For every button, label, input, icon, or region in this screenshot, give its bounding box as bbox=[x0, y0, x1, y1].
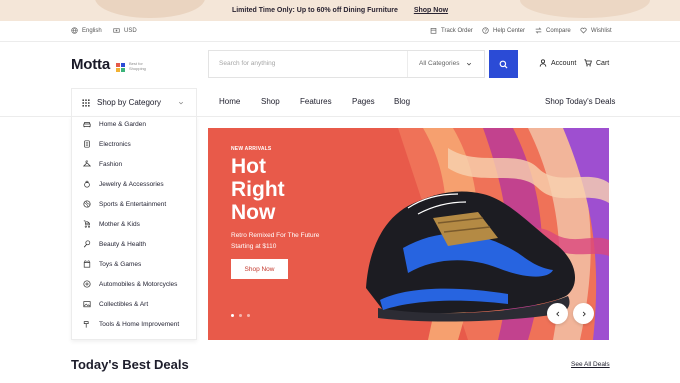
cart-link[interactable]: Cart bbox=[584, 59, 609, 67]
category-menu: Home & Garden Electronics Fashion Jewelr… bbox=[71, 116, 197, 340]
hanger-icon bbox=[83, 160, 91, 167]
logo-tagline: Best for Shopping bbox=[129, 61, 146, 71]
category-dropdown-label: All Categories bbox=[419, 60, 460, 67]
package-icon bbox=[430, 28, 437, 34]
carousel-dot[interactable] bbox=[239, 314, 242, 317]
category-item-mother-kids[interactable]: Mother & Kids bbox=[83, 220, 140, 228]
hero-eyebrow: NEW ARRIVALS bbox=[231, 146, 272, 152]
nav-shop[interactable]: Shop bbox=[261, 97, 280, 106]
ring-icon bbox=[84, 180, 90, 188]
stroller-icon bbox=[83, 220, 91, 228]
search-button[interactable] bbox=[489, 50, 518, 78]
search-input[interactable]: Search for anything bbox=[219, 60, 275, 67]
category-item-jewelry[interactable]: Jewelry & Accessories bbox=[83, 180, 164, 188]
nav-pages[interactable]: Pages bbox=[352, 97, 375, 106]
chevron-right-icon bbox=[582, 311, 586, 316]
utility-divider bbox=[0, 41, 680, 42]
help-icon bbox=[482, 27, 489, 34]
nav-blog[interactable]: Blog bbox=[394, 97, 410, 106]
category-item-electronics[interactable]: Electronics bbox=[83, 140, 131, 148]
shop-by-category-button[interactable]: Shop by Category bbox=[71, 88, 197, 116]
device-icon bbox=[84, 140, 90, 148]
category-item-beauty[interactable]: Beauty & Health bbox=[83, 240, 146, 248]
logo[interactable]: Motta bbox=[71, 56, 110, 73]
category-item-toys[interactable]: Toys & Games bbox=[83, 260, 141, 268]
promo-bar: Limited Time Only: Up to 60% off Dining … bbox=[0, 0, 680, 21]
help-center-link[interactable]: Help Center bbox=[482, 27, 525, 34]
chevron-down-icon bbox=[178, 101, 184, 105]
account-link[interactable]: Account bbox=[539, 59, 576, 67]
category-item-sports[interactable]: Sports & Entertainment bbox=[83, 200, 166, 208]
logo-mark bbox=[116, 63, 125, 72]
cart-icon bbox=[584, 59, 592, 67]
category-item-collectibles[interactable]: Collectibles & Art bbox=[83, 300, 148, 308]
carousel-prev-button[interactable] bbox=[547, 303, 568, 324]
chevron-down-icon bbox=[466, 62, 472, 66]
grid-icon bbox=[82, 98, 90, 107]
hero-shop-now-button[interactable]: Shop Now bbox=[231, 259, 288, 279]
hammer-icon bbox=[83, 321, 89, 328]
currency-selector[interactable]: USD bbox=[113, 27, 137, 34]
nav-home[interactable]: Home bbox=[219, 97, 240, 106]
category-item-fashion[interactable]: Fashion bbox=[83, 160, 122, 168]
utility-bar: English USD Track Order Help Center Comp… bbox=[0, 21, 680, 41]
language-selector[interactable]: English bbox=[71, 27, 102, 34]
compare-icon bbox=[535, 27, 542, 34]
promo-text: Limited Time Only: Up to 60% off Dining … bbox=[231, 7, 398, 14]
picture-icon bbox=[83, 301, 91, 308]
compare-link[interactable]: Compare bbox=[535, 27, 571, 34]
heart-icon bbox=[580, 27, 587, 34]
chevron-left-icon bbox=[555, 311, 559, 316]
currency-icon bbox=[113, 28, 120, 33]
toy-icon bbox=[83, 260, 91, 268]
wishlist-link[interactable]: Wishlist bbox=[580, 27, 612, 34]
ball-icon bbox=[83, 200, 91, 208]
track-order-link[interactable]: Track Order bbox=[430, 27, 473, 34]
promo-shop-now-link[interactable]: Shop Now bbox=[414, 7, 448, 14]
search-icon bbox=[499, 60, 508, 69]
globe-icon bbox=[71, 27, 78, 34]
shop-by-category-label: Shop by Category bbox=[97, 98, 162, 107]
hero-title: Hot Right Now bbox=[231, 155, 285, 224]
hero-subtitle: Retro Remixed For The Future Starting at… bbox=[231, 232, 320, 250]
see-all-deals-link[interactable]: See All Deals bbox=[571, 361, 610, 368]
carousel-next-button[interactable] bbox=[573, 303, 594, 324]
carousel-dots bbox=[231, 314, 250, 317]
category-item-home-garden[interactable]: Home & Garden bbox=[83, 120, 146, 128]
nav-todays-deals[interactable]: Shop Today's Deals bbox=[545, 97, 615, 106]
hairdryer-icon bbox=[83, 240, 91, 248]
carousel-dot[interactable] bbox=[231, 314, 234, 317]
category-item-automobiles[interactable]: Automobiles & Motorcycles bbox=[83, 280, 177, 288]
sofa-icon bbox=[83, 122, 91, 128]
wheel-icon bbox=[83, 280, 91, 288]
carousel-dot[interactable] bbox=[247, 314, 250, 317]
user-icon bbox=[539, 59, 547, 67]
category-dropdown[interactable]: All Categories bbox=[407, 51, 485, 77]
search-box: Search for anything All Categories bbox=[208, 50, 485, 78]
section-title: Today's Best Deals bbox=[71, 357, 189, 372]
nav-features[interactable]: Features bbox=[300, 97, 332, 106]
category-item-tools[interactable]: Tools & Home Improvement bbox=[83, 320, 179, 328]
